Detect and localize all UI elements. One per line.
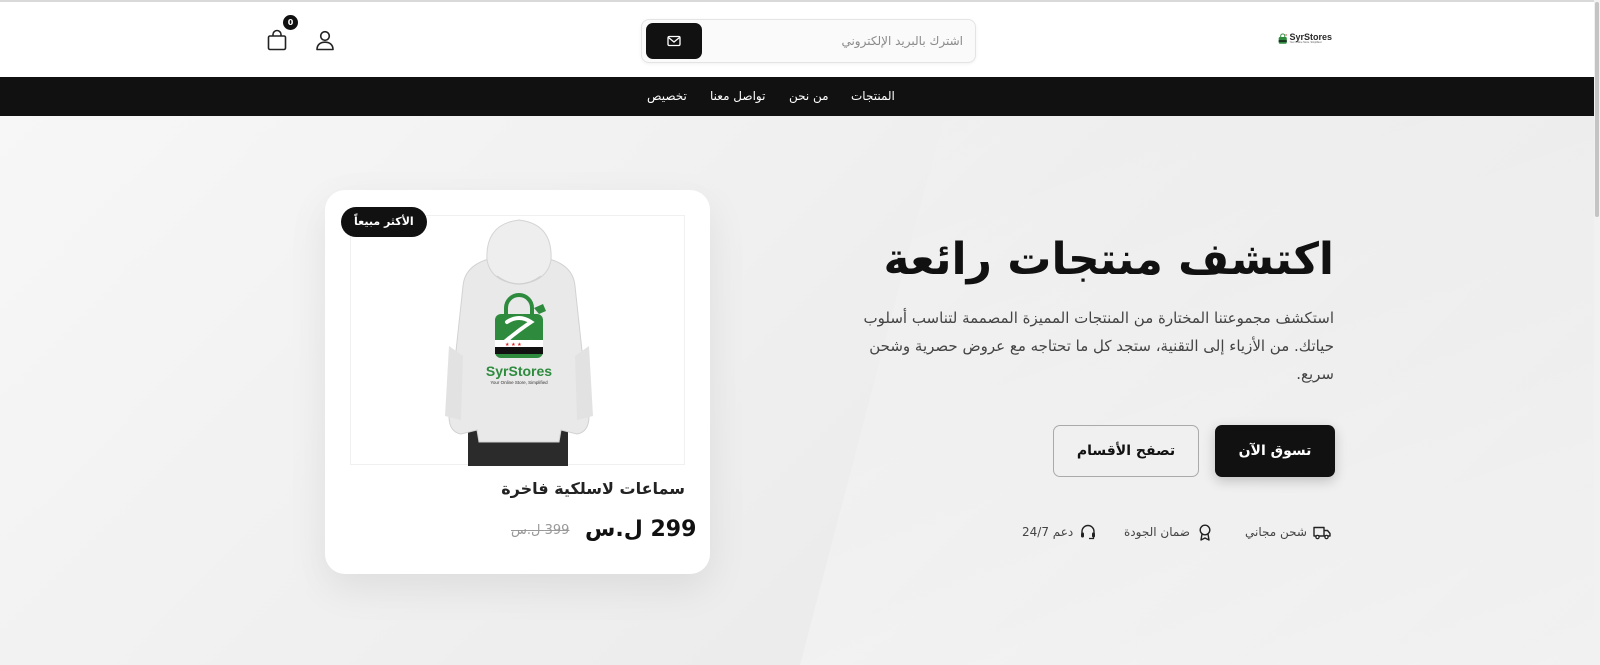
hero-section: اكتشف منتجات رائعة استكشف مجموعتنا المخت…: [0, 116, 1600, 665]
cart-count-badge: 0: [283, 15, 298, 30]
newsletter-email-input[interactable]: [713, 20, 963, 62]
site-header: SyrStores Your Online Store, Simplified …: [0, 2, 1600, 77]
product-card[interactable]: ★ ★ ★ SyrStores Your Online Store, Simpl…: [325, 190, 710, 574]
shop-now-button[interactable]: تسوق الآن: [1215, 425, 1335, 477]
nav-item-customize[interactable]: تخصيص: [647, 77, 687, 116]
product-price: 299 ل.س: [585, 517, 697, 542]
truck-icon: [1313, 526, 1331, 540]
nav-item-about[interactable]: من نحن: [789, 77, 829, 116]
feature-free-shipping: شحن مجاني: [1245, 522, 1331, 542]
feature-free-shipping-label: شحن مجاني: [1245, 525, 1307, 539]
logo-bag-icon: [1278, 33, 1287, 44]
nav-item-contact[interactable]: تواصل معنا: [710, 77, 765, 116]
bestseller-badge: الأكثر مبيعاً: [341, 207, 427, 237]
site-logo[interactable]: SyrStores Your Online Store, Simplified: [1278, 29, 1332, 49]
feature-support: دعم 24/7: [1022, 522, 1097, 542]
newsletter-form: [641, 19, 976, 63]
nav-item-products[interactable]: المنتجات: [851, 77, 895, 116]
shopping-bag-icon[interactable]: [266, 29, 288, 51]
page-scrollbar-thumb[interactable]: [1595, 2, 1599, 217]
headset-icon: [1081, 524, 1096, 540]
feature-quality-guarantee-label: ضمان الجودة: [1124, 525, 1190, 539]
hoodie-logo-text: SyrStores: [486, 363, 552, 379]
logo-tagline: Your Online Store, Simplified: [1289, 41, 1322, 45]
feature-quality-guarantee: ضمان الجودة: [1124, 522, 1214, 542]
newsletter-submit-button[interactable]: [646, 23, 702, 59]
award-icon: [1199, 524, 1211, 541]
hero-title: اكتشف منتجات رائعة: [883, 234, 1334, 285]
user-account-icon[interactable]: [314, 29, 336, 51]
hero-background-shape: [800, 116, 1600, 665]
product-image[interactable]: ★ ★ ★ SyrStores Your Online Store, Simpl…: [350, 215, 685, 466]
feature-support-label: دعم 24/7: [1022, 525, 1074, 539]
mail-icon: [667, 35, 681, 47]
product-name[interactable]: سماعات لاسلكية فاخرة: [501, 479, 685, 498]
browse-categories-button[interactable]: تصفح الأقسام: [1053, 425, 1199, 477]
svg-text:★ ★ ★: ★ ★ ★: [505, 342, 522, 348]
hoodie-logo-tagline: Your Online Store, Simplified: [490, 380, 548, 385]
main-navigation: المنتجات من نحن تواصل معنا تخصيص: [0, 77, 1600, 116]
product-old-price: 399 ل.س: [511, 523, 570, 538]
hero-description: استكشف مجموعتنا المختارة من المنتجات الم…: [863, 309, 1334, 383]
hoodie-illustration: ★ ★ ★ SyrStores Your Online Store, Simpl…: [445, 219, 593, 466]
